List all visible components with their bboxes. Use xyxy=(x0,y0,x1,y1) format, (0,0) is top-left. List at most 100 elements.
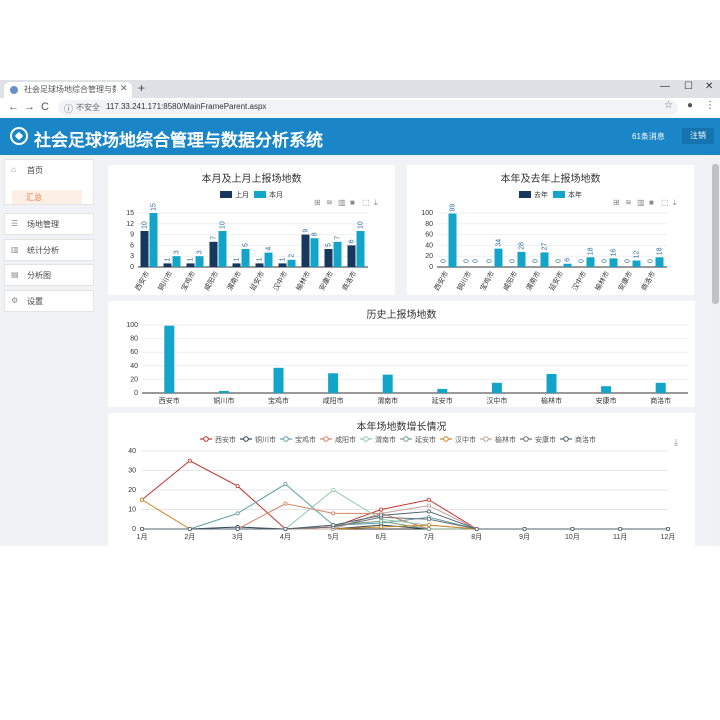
app-header: 社会足球场地综合管理与数据分析系统 61条消息 注销 xyxy=(0,118,720,155)
data-view-icon: ⊞ xyxy=(314,198,321,207)
bar xyxy=(218,231,227,267)
sidebar: ⌂ 首页 ☰ 场地管理 ▥ 统计分析 ▤ 分析图 ⚙ 设置 xyxy=(0,155,100,546)
legend-label: 咸阳市 xyxy=(335,435,356,444)
restore-icon: ⬚ xyxy=(661,198,669,207)
bar xyxy=(655,257,664,267)
data-label: 9 xyxy=(303,229,310,233)
minimize-button[interactable]: — xyxy=(660,81,670,92)
legend-label: 去年 xyxy=(534,190,548,199)
data-label: 15 xyxy=(151,203,158,211)
maximize-button[interactable]: ☐ xyxy=(684,81,693,92)
x-tick-label: 铜川市 xyxy=(455,270,473,293)
y-tick-label: 80 xyxy=(425,221,433,228)
legend-label: 渭南市 xyxy=(375,435,396,444)
data-label: 0 xyxy=(510,259,517,263)
x-tick-label: 榆林市 xyxy=(541,396,562,405)
info-icon[interactable]: ⓘ xyxy=(64,102,73,115)
bar xyxy=(382,374,393,393)
data-label: 0 xyxy=(464,259,471,263)
messages-link[interactable]: 61条消息 xyxy=(632,131,665,142)
data-point xyxy=(618,527,623,532)
x-tick-label: 安康市 xyxy=(616,270,634,293)
y-tick-label: 60 xyxy=(425,232,433,239)
bar xyxy=(264,252,273,267)
url-text[interactable]: 117.33.241.171:8580/MainFrameParent.aspx xyxy=(106,102,266,111)
address-bar-row: ← → C ⓘ 不安全 117.33.241.171:8580/MainFram… xyxy=(0,98,720,119)
new-tab-button[interactable]: + xyxy=(138,81,145,95)
data-label: 6 xyxy=(349,239,356,243)
y-tick-label: 10 xyxy=(128,507,136,514)
x-tick-label: 铜川市 xyxy=(156,270,174,293)
y-tick-label: 100 xyxy=(126,322,138,329)
legend-swatch xyxy=(519,191,531,198)
data-label: 10 xyxy=(358,221,365,229)
bookmark-star-icon[interactable]: ☆ xyxy=(664,100,673,111)
data-label: 18 xyxy=(588,247,595,255)
tab-title: 社会足球场地综合管理与数据分析系统 xyxy=(24,85,116,94)
dashboard-content: 本月及上月上报场地数 上月 本月 ⊞ ≋ ▥ ■ ⬚ ⤓ 0 3 6 9 12 15 10 15 西安市 1 3 铜川… xyxy=(100,155,711,546)
data-label: 2 xyxy=(289,254,296,258)
monthly-bar-chart: 上月 本月⊞ ≋ ▥ ■ ⬚ ⤓036912151015西安市13铜川市13宝鸡市710咸阳… xyxy=(126,190,378,293)
data-label: 1 xyxy=(257,257,264,261)
history-bar-chart: 0 20 40 60 80 100 西安市 铜川市 宝鸡市 咸阳市 渭南市 延安市 汉中市 榆林市 安康市 商… xyxy=(126,322,688,405)
bar xyxy=(164,325,175,393)
sidebar-item-statistics[interactable]: ▥ 统计分析 xyxy=(4,239,94,261)
x-tick-label: 汉中市 xyxy=(486,396,507,405)
reload-button[interactable]: C xyxy=(41,101,49,113)
bar xyxy=(241,249,250,267)
close-window-button[interactable]: ✕ xyxy=(705,81,713,92)
forward-button[interactable]: → xyxy=(24,101,35,113)
y-tick-label: 9 xyxy=(130,232,134,239)
menu-icon[interactable]: ⋮ xyxy=(705,100,715,111)
y-tick-label: 30 xyxy=(128,468,136,475)
sidebar-item-label: 分析图 xyxy=(27,271,51,280)
data-point xyxy=(283,501,288,506)
y-tick-label: 15 xyxy=(126,210,134,217)
sidebar-item-site-management[interactable]: ☰ 场地管理 xyxy=(4,213,94,235)
x-tick-label: 汉中市 xyxy=(271,270,289,293)
bar xyxy=(517,251,526,267)
legend-label: 西安市 xyxy=(215,435,236,444)
y-tick-label: 40 xyxy=(425,242,433,249)
profile-icon[interactable]: ● xyxy=(687,100,693,111)
data-point xyxy=(426,517,431,522)
data-point xyxy=(235,511,240,516)
y-tick-label: 100 xyxy=(421,210,433,217)
legend-label: 汉中市 xyxy=(455,435,476,444)
url-field[interactable]: ⓘ 不安全 117.33.241.171:8580/MainFrameParen… xyxy=(58,100,678,115)
bar xyxy=(356,231,365,267)
x-tick-label: 4月 xyxy=(280,533,291,541)
x-tick-label: 渭南市 xyxy=(225,270,243,293)
x-tick-label: 渭南市 xyxy=(524,270,542,293)
data-point xyxy=(570,527,575,532)
data-label: 3 xyxy=(197,250,204,254)
data-point xyxy=(235,484,240,489)
data-label: 0 xyxy=(533,259,540,263)
legend-marker xyxy=(243,436,249,442)
scrollbar-thumb[interactable] xyxy=(712,164,719,304)
data-point xyxy=(379,507,384,512)
bar xyxy=(149,213,158,267)
line-switch-icon: ≋ xyxy=(326,198,333,207)
data-point xyxy=(474,527,479,532)
restore-icon: ⬚ xyxy=(362,198,370,207)
data-label: 10 xyxy=(220,221,227,229)
sidebar-item-charts[interactable]: ▤ 分析图 xyxy=(4,264,94,286)
data-label: 10 xyxy=(142,221,149,229)
sidebar-item-settings[interactable]: ⚙ 设置 xyxy=(4,290,94,312)
browser-tab[interactable]: 社会足球场地综合管理与数据分析系统 ✕ xyxy=(4,82,132,98)
data-point xyxy=(331,511,336,516)
bar xyxy=(172,256,181,267)
x-tick-label: 西安市 xyxy=(133,270,151,293)
data-point xyxy=(522,527,527,532)
tab-close-icon[interactable]: ✕ xyxy=(120,83,128,94)
chart-title: 本年及去年上报场地数 xyxy=(500,174,601,185)
sidebar-subitem-summary[interactable]: 汇总 xyxy=(12,190,82,204)
back-button[interactable]: ← xyxy=(8,101,19,113)
bar xyxy=(540,252,549,267)
legend-label: 商洛市 xyxy=(575,435,596,444)
logout-button[interactable]: 注销 xyxy=(682,128,714,144)
home-icon: ⌂ xyxy=(11,165,16,174)
data-label: 0 xyxy=(556,259,563,263)
data-label: 12 xyxy=(634,251,641,259)
